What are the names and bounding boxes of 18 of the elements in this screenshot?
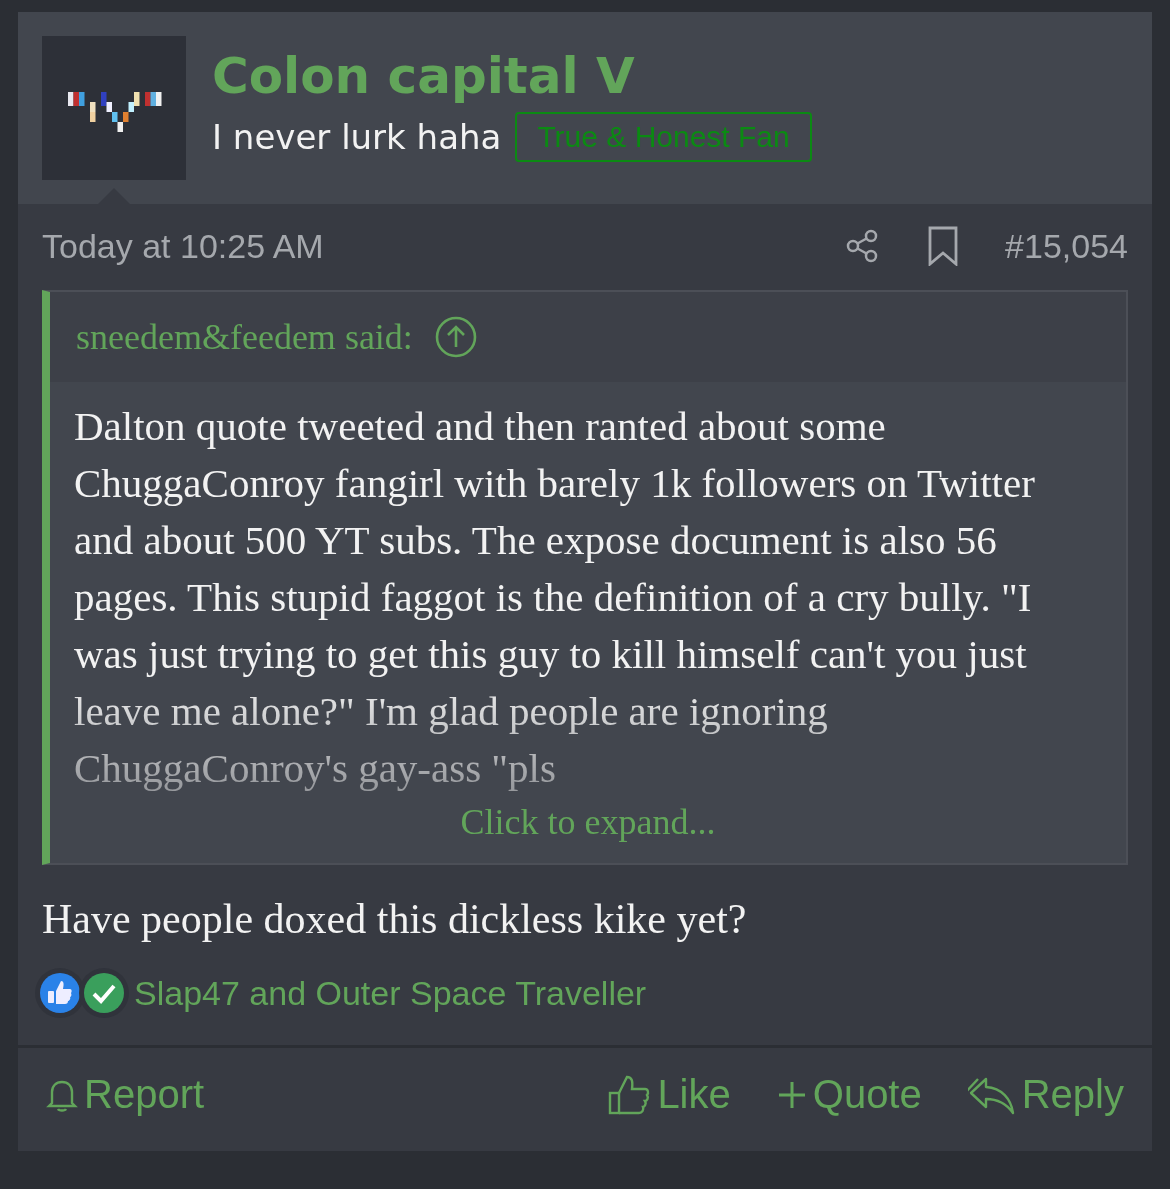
user-name[interactable]: Colon capital V (212, 48, 812, 104)
user-title: I never lurk haha (212, 116, 502, 157)
like-button[interactable]: Like (607, 1072, 731, 1117)
post-number[interactable]: #15,054 (1005, 226, 1128, 266)
plus-icon (776, 1079, 807, 1110)
bookmark-icon[interactable] (927, 226, 960, 266)
expand-link[interactable]: Click to expand... (460, 801, 716, 843)
reply-button[interactable]: Reply (967, 1072, 1124, 1117)
user-banner: True & Honest Fan (515, 111, 812, 162)
reaction-users[interactable]: Slap47 and Outer Space Traveller (134, 973, 647, 1013)
quote-text: Dalton quote tweeted and then ranted about some ChuggaConroy fangirl with barely 1k followers on Twitter and about 500 YT subs. The expose document is also 56 pages. This stupid faggot is the definition of a cry bully. "I was just trying to get this guy to kill himself can't you just leave me alone?" I'm glad people are ignoring ChuggaConroy's gay-ass "pls (74, 402, 1036, 793)
post-message: Have people doxed this dickless kike yet? (42, 895, 748, 943)
quote-author[interactable]: sneedem&feedem said: (76, 316, 413, 358)
arrow-up-icon[interactable] (434, 316, 477, 358)
checkmark-icon[interactable] (78, 967, 130, 1019)
post-time[interactable]: Today at 10:25 AM (42, 226, 324, 266)
report-button[interactable]: Report (46, 1072, 205, 1117)
quote-button[interactable]: Quote (776, 1072, 922, 1117)
